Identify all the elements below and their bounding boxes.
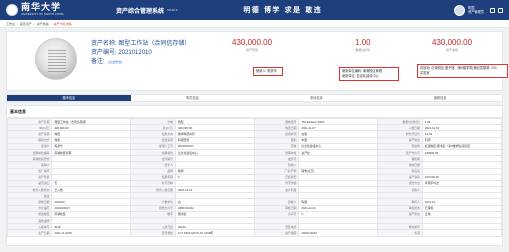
location-box: 存放地: 红湖校区-图书馆（第5楼学院)第四层楼屋: 20C 实验室	[417, 64, 508, 78]
asset-info: 资产名称: 图型工作站（合同信存储） 资产编号: 2021012010 备注: …	[91, 40, 190, 67]
breadcrumb-item[interactable]: 工作台	[6, 22, 15, 26]
breadcrumb-item[interactable]: 资产档案	[37, 22, 49, 26]
asset-code-label: 资产编号:	[91, 50, 117, 56]
breadcrumb: 工作台 / 固定资产 / 资产档案 / 资产卡片详情	[0, 20, 509, 28]
original-value: 430,000.00 资产原值	[232, 38, 272, 52]
field-label: 生产日期	[6, 229, 53, 237]
basic-info-table: 资产名称 图型工作站（合同信存储） 分类 微型 规格型号 ThinkStation P62…	[6, 117, 503, 237]
net-value-label: 资产净值	[446, 48, 459, 52]
department-box: 使用单位编码: 南湖校区管理 使用单位: 信息化建设中心	[339, 67, 399, 81]
system-title: 资产综合管理系统	[116, 8, 165, 15]
user-line: 使用人: 陈彦华	[256, 69, 277, 73]
asset-code: 2021012010	[118, 50, 152, 56]
message-icon[interactable]	[490, 7, 495, 13]
tab-attachments[interactable]: 附件信息	[131, 95, 255, 101]
breadcrumb-item[interactable]: 固定资产	[20, 22, 32, 26]
asset-summary-card: 资产名称: 图型工作站（合同信存储） 资产编号: 2021012010 备注: …	[6, 31, 508, 91]
field-label: 资产编码	[253, 229, 300, 237]
avatar[interactable]	[454, 4, 466, 16]
system-version: V8.30.0	[167, 8, 178, 12]
app-header: 南华大学 UNIVERSITY OF SOUTH CHINA 资产综合管理系统 …	[0, 0, 509, 20]
user-area[interactable]: 陈国 资产管理员	[454, 4, 503, 16]
user-role: 资产管理员	[468, 10, 484, 14]
asset-name: 图型工作站（合同信存储）	[118, 41, 191, 47]
quantity: 1.00 数量(台/件)	[355, 38, 371, 52]
university-motto: 明德 博学 求是 敢违	[243, 5, 323, 14]
field-value	[421, 229, 503, 237]
tab-changes[interactable]: 变动信息	[255, 95, 379, 101]
table-row: 生产日期 2021-11-2018 型号规格 1CT P620 HPCS-P1 201…	[6, 229, 503, 237]
field-value: 1CT P620 HPCS-P1 2018年	[174, 229, 255, 237]
quantity-label: 数量(台/件)	[355, 48, 371, 52]
detail-tabs: 基本信息 附件信息 变动信息 维修信息	[6, 94, 503, 102]
asset-photo[interactable]	[35, 38, 77, 80]
user-box: 使用人: 陈彦华	[253, 67, 283, 76]
edit-remark-link[interactable]: [点击修改]	[108, 60, 122, 64]
net-value-amount: 430,000.00	[432, 38, 473, 47]
field-label: 条码	[377, 229, 423, 237]
university-logo[interactable]: 南华大学 UNIVERSITY OF SOUTH CHINA	[6, 2, 106, 16]
department-line: 使用单位: 信息化建设中心	[342, 73, 379, 78]
breadcrumb-current: 资产卡片详情	[53, 21, 72, 26]
tab-basic-info[interactable]: 基本信息	[7, 95, 131, 101]
location-line: 存放地: 红湖校区-图书馆（第5楼学院)第四层楼屋: 20C	[420, 66, 498, 70]
quantity-amount: 1.00	[355, 38, 371, 47]
original-value-amount: 430,000.00	[232, 38, 273, 47]
section-title: 基本信息	[7, 106, 502, 118]
logo-english: UNIVERSITY OF SOUTH CHINA	[21, 12, 64, 16]
field-label: 型号规格	[130, 229, 176, 237]
location-line-2: 实验室	[420, 70, 430, 75]
logout-icon[interactable]	[498, 7, 503, 13]
field-value: 2021012010	[298, 229, 379, 237]
emblem-icon	[6, 4, 18, 16]
asset-name-label: 资产名称:	[91, 41, 117, 47]
remark-label: 备注:	[91, 59, 105, 65]
original-value-label: 资产原值	[246, 48, 259, 52]
net-value: 430,000.00 资产净值	[432, 38, 472, 52]
tab-maintenance[interactable]: 维修信息	[378, 95, 502, 101]
field-value: 2021-11-2018	[51, 229, 132, 237]
logo-chinese: 南华大学	[21, 2, 62, 13]
basic-info-panel: 基本信息 资产名称 图型工作站（合同信存储） 分类 微型 规格型号 ThinkStatio…	[6, 105, 503, 246]
